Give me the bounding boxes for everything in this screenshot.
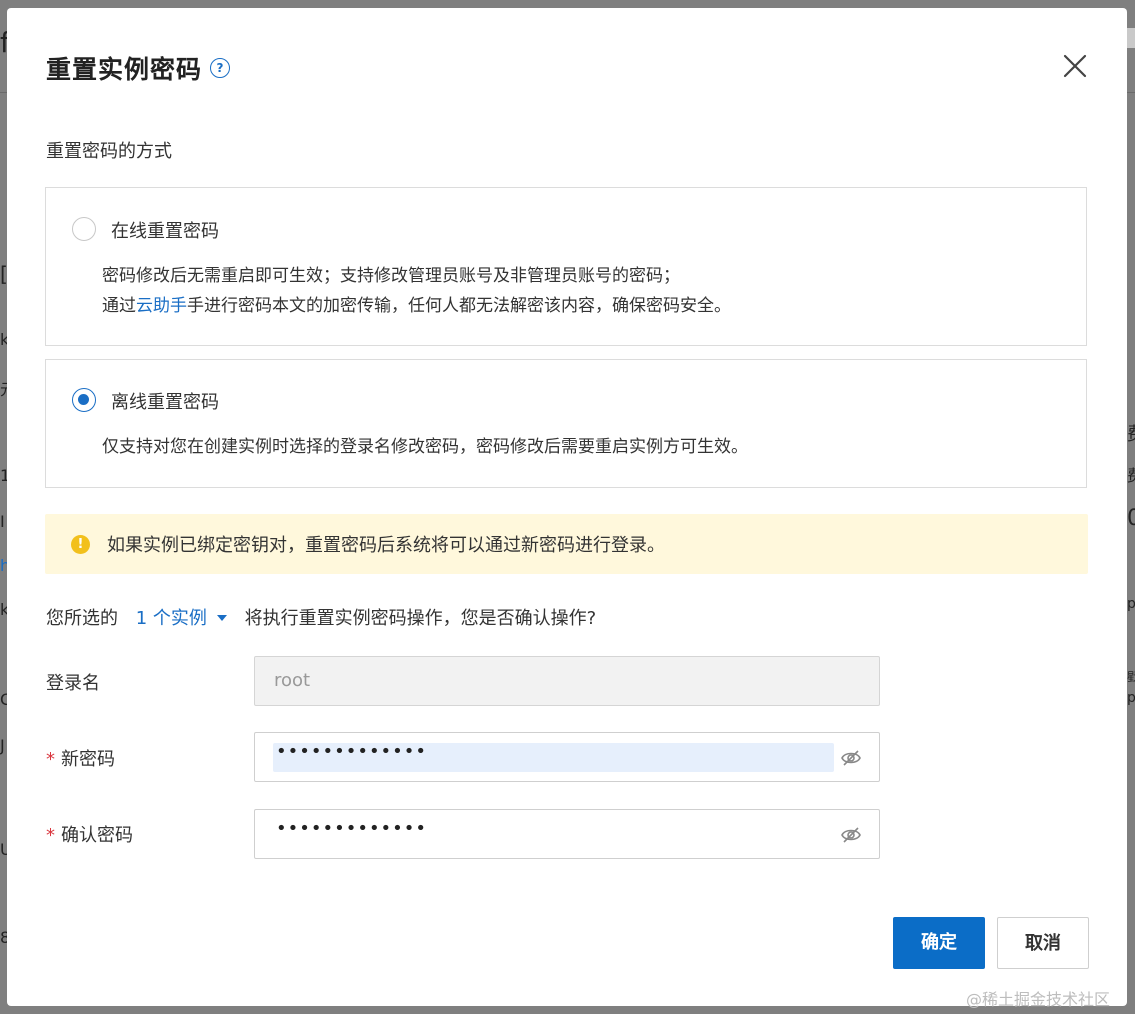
desc-text: 手进行密码本文的加密传输，任何人都无法解密该内容，确保密码安全。 (187, 296, 731, 316)
option-offline-reset[interactable]: 离线重置密码 仅支持对您在创建实例时选择的登录名修改密码，密码修改后需要重启实例… (45, 359, 1087, 488)
confirm-prefix: 您所选的 (46, 608, 118, 629)
reset-password-dialog: 重置实例密码 ? 重置密码的方式 在线重置密码 密码修改后无需重启即可生效；支持… (7, 8, 1127, 1006)
confirm-suffix: 将执行重置实例密码操作，您是否确认操作? (244, 608, 597, 629)
offline-reset-radio[interactable] (72, 388, 96, 412)
keypair-notice: ! 如果实例已绑定密钥对，重置密码后系统将可以通过新密码进行登录。 (45, 514, 1088, 574)
bg-fragment: p (1127, 690, 1135, 706)
bg-fragment: 费 (1127, 462, 1135, 486)
bg-fragment: p (1127, 596, 1135, 612)
new-password-label: * 新密码 (46, 745, 115, 771)
watermark: @稀土掘金技术社区 (966, 990, 1111, 1009)
bg-fragment: 0 (1127, 506, 1135, 531)
bg-fragment: J (0, 736, 5, 755)
confirm-password-value[interactable]: ••••••••••••• (276, 818, 427, 839)
cancel-button[interactable]: 取消 (997, 917, 1089, 969)
confirm-button[interactable]: 确定 (893, 917, 985, 969)
instance-count-label: 1 个实例 (135, 608, 207, 629)
dialog-title: 重置实例密码 (46, 55, 203, 84)
bg-divider (0, 92, 7, 93)
eye-off-icon[interactable] (840, 825, 862, 845)
desc-text: 通过 (102, 296, 136, 316)
required-mark: * (46, 825, 55, 846)
required-mark: * (46, 749, 55, 770)
bg-fragment: 戥 (1127, 670, 1135, 684)
bg-fragment: I (0, 512, 5, 531)
online-reset-radio[interactable] (72, 217, 96, 241)
option-online-reset[interactable]: 在线重置密码 密码修改后无需重启即可生效；支持修改管理员账号及非管理员账号的密码… (45, 187, 1087, 346)
login-name-value: root (274, 670, 311, 691)
confirm-message: 您所选的 1 个实例 将执行重置实例密码操作，您是否确认操作? (46, 604, 596, 630)
warning-icon: ! (71, 535, 90, 554)
caret-down-icon (216, 614, 227, 621)
instance-count-dropdown[interactable]: 1 个实例 (136, 608, 227, 629)
login-name-field: root (254, 656, 880, 706)
close-icon (1063, 54, 1087, 78)
eye-off-icon[interactable] (840, 748, 862, 768)
confirm-password-field[interactable]: ••••••••••••• (254, 809, 880, 859)
new-password-label-text: 新密码 (61, 749, 115, 770)
offline-reset-description: 仅支持对您在创建实例时选择的登录名修改密码，密码修改后需要重启实例方可生效。 (102, 437, 748, 457)
cloud-assistant-link[interactable]: 云助手 (136, 296, 187, 316)
bg-divider (1127, 92, 1135, 93)
confirm-password-label-text: 确认密码 (61, 825, 133, 846)
bg-fragment: 费 (1127, 420, 1135, 446)
close-button[interactable] (1061, 52, 1089, 80)
question-circle-icon[interactable]: ? (210, 58, 230, 78)
notice-text: 如果实例已绑定密钥对，重置密码后系统将可以通过新密码进行登录。 (107, 535, 665, 556)
online-reset-description: 密码修改后无需重启即可生效；支持修改管理员账号及非管理员账号的密码； 通过云助手… (102, 261, 731, 321)
online-reset-desc-line: 通过云助手手进行密码本文的加密传输，任何人都无法解密该内容，确保密码安全。 (102, 291, 731, 321)
new-password-value[interactable]: ••••••••••••• (276, 741, 427, 762)
offline-reset-title: 离线重置密码 (111, 392, 219, 413)
online-reset-desc-line: 密码修改后无需重启即可生效；支持修改管理员账号及非管理员账号的密码； (102, 266, 680, 286)
login-name-label: 登录名 (46, 673, 100, 694)
new-password-field[interactable]: ••••••••••••• (254, 732, 880, 782)
confirm-password-label: * 确认密码 (46, 821, 133, 847)
bg-panel (1127, 28, 1135, 48)
online-reset-title: 在线重置密码 (111, 221, 219, 242)
reset-method-label: 重置密码的方式 (46, 141, 172, 162)
